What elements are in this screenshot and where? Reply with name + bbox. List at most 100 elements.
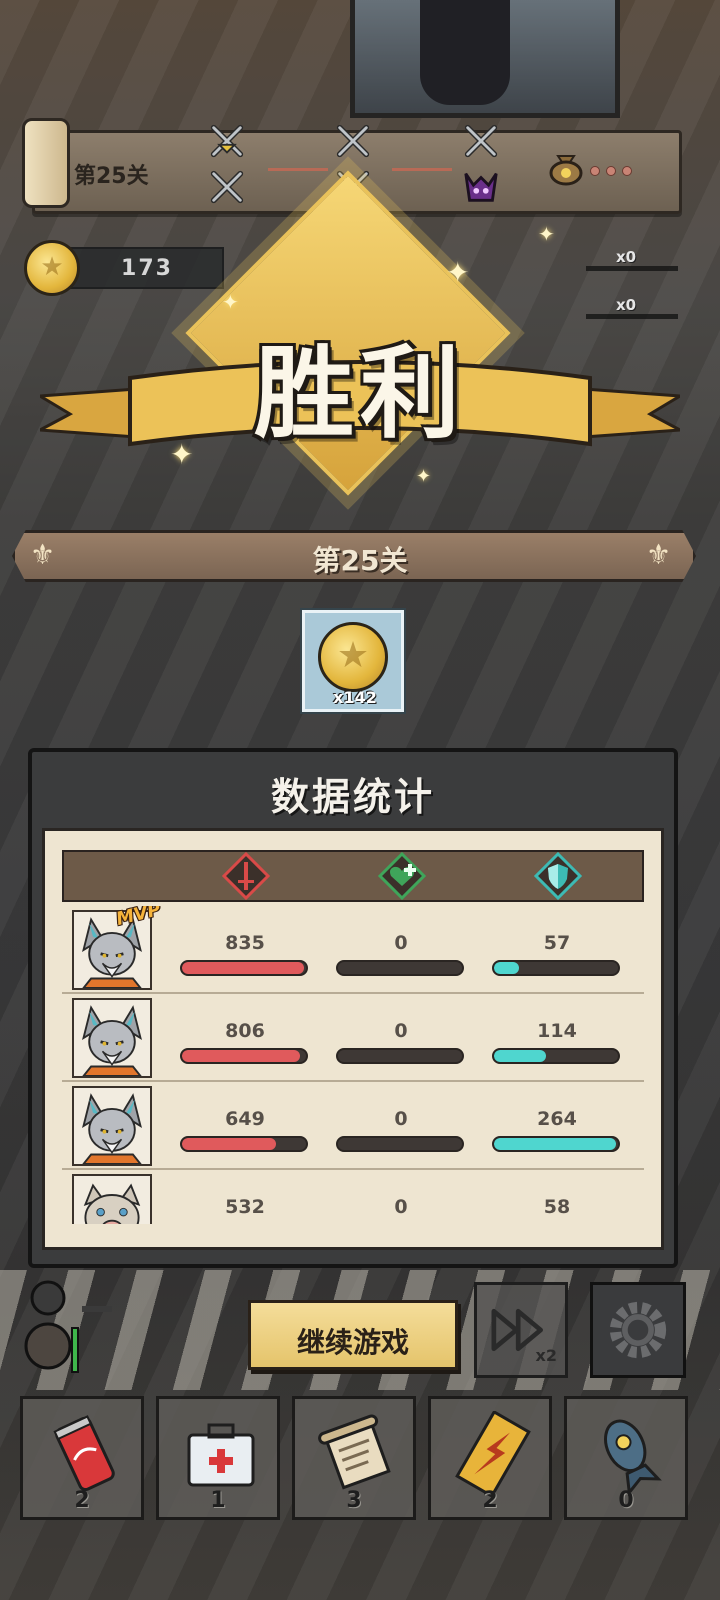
victory-title: 胜利 [254,334,466,452]
path-dash [392,168,452,171]
damage-stat: 835 [180,906,310,994]
damage-stat: 806 [180,994,310,1082]
item-count: 3 [346,1488,362,1513]
block-bar [492,1048,620,1064]
stat-row: 532 0 58 [62,1170,644,1224]
coin-counter: 173 [70,247,224,289]
damage-value: 532 [225,1196,265,1218]
kill-count: x0 [616,248,637,266]
block-bar-fill [494,1050,547,1062]
coin-total: 173 [121,256,173,281]
boss-demon-icon [462,168,500,206]
enemy-lane [586,266,678,271]
speed-label: x2 [535,1346,557,1365]
scroll-map-icon [22,118,70,208]
sparkle-icon: ✦ [222,290,239,314]
block-stat: 264 [492,1082,622,1170]
progress-dot [622,166,632,176]
heal-bar [336,1136,464,1152]
path-dash [268,168,328,171]
continue-game-button[interactable]: 继续游戏 [248,1300,458,1370]
item-count: 2 [482,1488,498,1513]
scroll-icon [318,1414,391,1490]
heal-heart-icon [377,851,427,901]
heal-stat: 0 [336,994,466,1082]
damage-stat: 532 [180,1170,310,1224]
block-value: 58 [543,1196,571,1218]
damage-bar [180,1136,308,1152]
block-value: 114 [537,1020,577,1042]
block-value: 264 [537,1108,577,1130]
block-bar-fill [494,962,519,974]
inventory-slot[interactable]: 0 [564,1396,688,1520]
stats-list[interactable]: MVP 835 0 57 806 0 114 649 0 264 532 0 58 [62,906,644,1224]
reward-quantity: x142 [333,688,377,707]
block-value: 57 [543,932,571,954]
sparkle-icon: ✦ [446,256,470,289]
inventory-slot[interactable]: 1 [156,1396,280,1520]
sword-icon [221,851,271,901]
heal-value: 0 [394,1196,408,1218]
gear-icon [609,1301,667,1359]
crossed-swords-icon [334,122,372,160]
settings-button[interactable] [590,1282,686,1378]
stat-row: 649 0 264 [62,1082,644,1170]
item-count: 1 [210,1488,226,1513]
crossed-swords-icon [462,122,500,160]
block-bar [492,960,620,976]
inventory-slot[interactable]: 2 [428,1396,552,1520]
heal-stat: 0 [336,906,466,994]
crossed-swords-icon [208,168,246,206]
damage-bar-fill [182,1050,300,1062]
heal-stat: 0 [336,1170,466,1224]
inventory-slot[interactable]: 2 [20,1396,144,1520]
cola-can-icon [53,1415,115,1492]
stat-row: MVP 835 0 57 [62,906,644,994]
gold-coin-icon [318,622,388,692]
damage-value: 649 [225,1108,265,1130]
progress-dot [590,166,600,176]
heal-stat: 0 [336,1082,466,1170]
block-bar [492,1136,620,1152]
sparkle-icon: ✦ [170,438,194,471]
progress-dot [606,166,616,176]
stats-title: 数据统计 [270,775,435,819]
heal-bar [336,1048,464,1064]
damage-bar [180,1048,308,1064]
item-count: 0 [618,1488,634,1513]
heal-value: 0 [394,932,408,954]
damage-value: 806 [225,1020,265,1042]
stage-label: 第25关 [74,164,149,189]
crossed-swords-icon [208,122,246,160]
level-label: 第25关 [312,544,408,577]
damage-bar-fill [182,962,304,974]
stat-row: 806 0 114 [62,994,644,1082]
damage-bar-fill [182,1138,277,1150]
reward-bag-icon [546,146,586,186]
heal-bar [336,960,464,976]
wolf-hero-avatar[interactable] [72,1086,152,1166]
block-bar-fill [494,1138,616,1150]
heal-value: 0 [394,1108,408,1130]
shield-icon [533,851,583,901]
boar-hero-avatar[interactable] [72,1174,152,1224]
block-stat: 57 [492,906,622,994]
gold-coin-icon [24,240,80,296]
bomb-icon [604,1419,662,1497]
damage-value: 835 [225,932,265,954]
sparkle-icon: ✦ [416,466,432,487]
heal-value: 0 [394,1020,408,1042]
item-count: 2 [74,1488,90,1513]
continue-game-label: 继续游戏 [296,1326,409,1359]
damage-bar [180,960,308,976]
block-stat: 58 [492,1170,622,1224]
block-stat: 114 [492,994,622,1082]
damage-stat: 649 [180,1082,310,1170]
lightning-talisman-icon [455,1411,531,1497]
speed-toggle-button[interactable]: x2 [474,1282,568,1378]
team-portraits [18,1276,118,1380]
sparkle-icon: ✦ [538,222,555,246]
inventory-slot[interactable]: 3 [292,1396,416,1520]
wolf-hero-avatar[interactable] [72,998,152,1078]
first-aid-kit-icon [187,1423,255,1487]
